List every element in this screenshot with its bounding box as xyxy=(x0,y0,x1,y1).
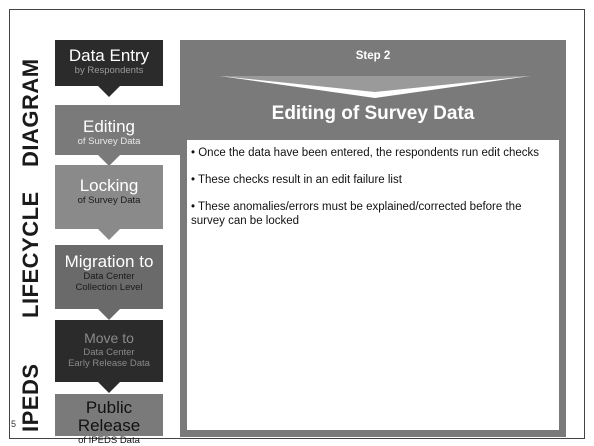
stage-move-to: Move to Data Center Early Release Data xyxy=(55,320,163,382)
bullet-text: Once the data have been entered, the res… xyxy=(198,147,539,159)
stage-title: Locking xyxy=(79,176,139,195)
stage-subtitle-line1: Data Center xyxy=(83,271,135,282)
stage-title: Migration to xyxy=(64,252,154,271)
bullet-item: • Once the data have been entered, the r… xyxy=(191,147,539,159)
stage-title: Data Entry xyxy=(68,46,150,65)
stage-editing: Editing of Survey Data xyxy=(55,110,163,154)
stage-public-release: Public Release of IPEDS Data xyxy=(55,394,163,446)
stage-subtitle: of Survey Data xyxy=(77,195,141,206)
stage-subtitle: by Respondents xyxy=(74,65,144,76)
stage-migration: Migration to Data Center Collection Leve… xyxy=(55,245,163,309)
bullet-item: • These checks result in an edit failure… xyxy=(191,174,402,186)
down-arrow-icon xyxy=(98,382,120,393)
stage-subtitle-line1: Data Center xyxy=(83,347,135,358)
page-number: 5 xyxy=(11,419,17,429)
down-chevron-icon xyxy=(220,76,530,98)
stage-title: Move to xyxy=(84,330,134,346)
down-arrow-icon xyxy=(98,229,120,240)
step-content: • Once the data have been entered, the r… xyxy=(187,140,559,430)
step-heading: Editing of Survey Data xyxy=(271,103,475,124)
stage-data-entry: Data Entry by Respondents xyxy=(55,40,163,86)
stage-title: Editing xyxy=(83,117,135,136)
step-label: Step 2 xyxy=(355,50,391,62)
down-arrow-icon xyxy=(98,309,120,320)
bullet-item: • These anomalies/errors must be explain… xyxy=(191,201,522,227)
bullet-text: These checks result in an edit failure l… xyxy=(198,174,402,186)
stage-subtitle-line2: Collection Level xyxy=(75,282,143,293)
stage-subtitle-line2: Early Release Data xyxy=(68,358,150,369)
stage-title: Public Release xyxy=(77,398,141,435)
bullet-text: These anomalies/errors must be explained… xyxy=(191,201,522,227)
stage-subtitle: of Survey Data xyxy=(77,136,141,147)
stage-locking: Locking of Survey Data xyxy=(55,165,163,229)
down-arrow-icon xyxy=(98,86,120,97)
stage-subtitle: of IPEDS Data xyxy=(78,435,140,446)
